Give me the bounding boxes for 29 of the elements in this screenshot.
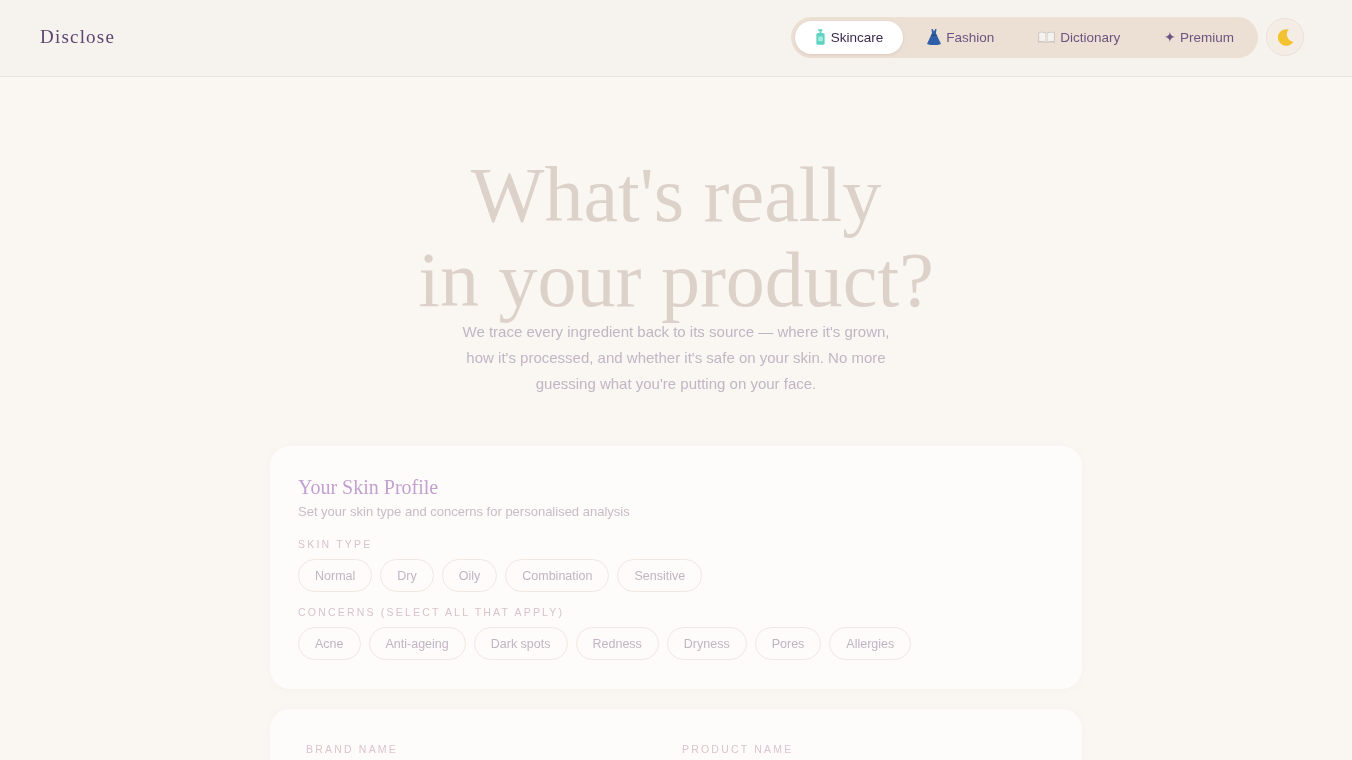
field-label: BRAND NAME <box>306 743 399 756</box>
nav-tab[interactable]: Dictionary <box>1018 20 1141 54</box>
nav-tab[interactable]: Fashion <box>907 20 1015 54</box>
section-label: SKIN TYPE <box>298 537 374 552</box>
hero-subtitle: We trace every ingredient back to its source — where it's grown, how it's processed, and whether it's safe on your skin. No more guessing what you're putting on your face. <box>461 323 891 394</box>
concern-chip[interactable]: Anti-ageing <box>368 627 466 660</box>
book-icon <box>1038 31 1056 43</box>
dress-icon <box>927 29 942 45</box>
site-logo[interactable]: Disclose <box>40 26 116 48</box>
skin-type-chip[interactable]: Sensitive <box>617 559 703 592</box>
concern-chip[interactable]: Dryness <box>666 627 747 660</box>
concern-chip[interactable]: Redness <box>575 627 659 660</box>
field-label: PRODUCT NAME <box>682 743 795 756</box>
card-title: Your Skin Profile <box>298 475 440 500</box>
moon-icon <box>1276 28 1294 46</box>
section-label: CONCERNS (SELECT ALL THAT APPLY) <box>298 605 566 620</box>
nav-tab[interactable]: Skincare <box>794 20 904 54</box>
skin-type-chip[interactable]: Dry <box>380 559 434 592</box>
theme-toggle-button[interactable] <box>1266 18 1304 56</box>
bottle-icon <box>814 29 826 45</box>
concern-chip[interactable]: Dark spots <box>473 627 568 660</box>
skin-type-chip[interactable]: Normal <box>298 559 373 592</box>
nav-tab[interactable]: ✦ Premium <box>1144 20 1254 54</box>
concern-chip[interactable]: Allergies <box>829 627 912 660</box>
concern-chip[interactable]: Pores <box>754 627 822 660</box>
card-subtitle: Set your skin type and concerns for personalised analysis <box>298 503 631 521</box>
skin-type-chip[interactable]: Combination <box>505 559 610 592</box>
concern-chip[interactable]: Acne <box>298 627 361 660</box>
skin-type-chip[interactable]: Oily <box>441 559 498 592</box>
